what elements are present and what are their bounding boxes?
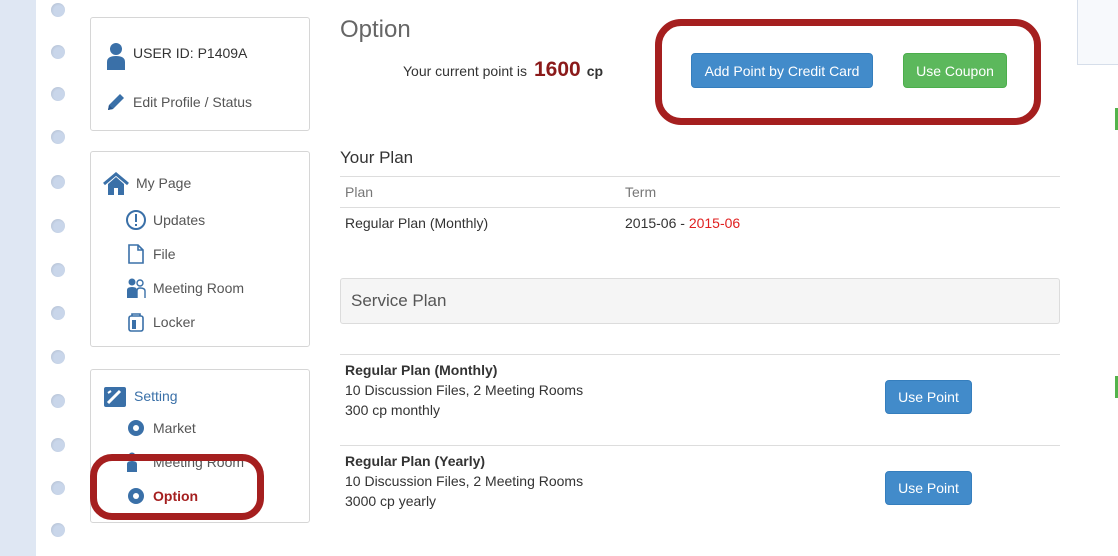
locker-icon (125, 311, 147, 333)
service-plan-header: Service Plan (340, 278, 1060, 324)
edit-profile-link[interactable]: Edit Profile / Status (105, 91, 252, 113)
divider (340, 354, 1060, 355)
binder-hole (51, 306, 65, 320)
binder-hole (51, 87, 65, 101)
sidebar-item-label: Market (153, 420, 196, 436)
page-corner-flap (1077, 0, 1118, 65)
use-point-button[interactable]: Use Point (885, 380, 972, 414)
binder-hole (51, 350, 65, 364)
people-icon (125, 277, 147, 299)
service-plan-price: 300 cp monthly (345, 402, 440, 418)
point-value: 1600 (534, 58, 581, 81)
exclamation-circle-icon (125, 209, 147, 231)
mypage-title: My Page (136, 175, 192, 191)
binder-hole (51, 3, 65, 17)
edit-profile-label: Edit Profile / Status (133, 94, 253, 110)
user-id-row: USER ID: P1409A (105, 42, 248, 70)
profile-panel: USER ID: P1409A Edit Profile / Status (90, 17, 310, 131)
divider (340, 207, 1060, 208)
binder-hole (51, 45, 65, 59)
setting-title: Setting (134, 388, 178, 404)
sidebar-item-label: Locker (153, 314, 196, 330)
pencil-icon (105, 91, 127, 113)
divider (340, 176, 1060, 177)
binder-hole (51, 481, 65, 495)
term-column-header: Term (625, 184, 657, 200)
binder-hole (51, 219, 65, 233)
plan-column-header: Plan (345, 184, 374, 200)
user-id-label: USER ID: P1409A (133, 45, 248, 61)
highlight-buttons-annotation (655, 19, 1041, 125)
file-icon (125, 243, 147, 265)
highlight-option-annotation (90, 454, 264, 520)
service-plan-details: 10 Discussion Files, 2 Meeting Rooms (345, 473, 584, 489)
plan-cell: Regular Plan (Monthly) (345, 215, 489, 231)
sidebar-item-file[interactable]: File (125, 243, 176, 265)
current-point: Your current point is 1600 cp (403, 58, 603, 82)
sidebar-item-meeting-room[interactable]: Meeting Room (125, 277, 244, 299)
home-icon (102, 172, 130, 195)
divider (340, 445, 1060, 446)
sidebar-item-locker[interactable]: Locker (125, 311, 195, 333)
term-start: 2015-06 - (625, 215, 685, 231)
setting-title-row[interactable]: Setting (102, 385, 178, 407)
binder-hole (51, 438, 65, 452)
service-plan-details: 10 Discussion Files, 2 Meeting Rooms (345, 382, 584, 398)
your-plan-title: Your Plan (340, 148, 414, 167)
sidebar-item-label: File (153, 246, 176, 262)
service-plan-name: Regular Plan (Monthly) (345, 362, 498, 378)
term-end: 2015-06 (688, 215, 741, 231)
service-plan-title: Service Plan (351, 291, 447, 310)
binder-hole (51, 394, 65, 408)
mypage-panel: My Page Updates File Meeting Room Locker (90, 151, 310, 347)
binder-hole (51, 523, 65, 537)
binder-hole (51, 175, 65, 189)
user-icon (105, 42, 127, 70)
mypage-title-row[interactable]: My Page (102, 172, 192, 195)
gear-icon (125, 417, 147, 439)
point-prefix: Your current point is (403, 63, 527, 79)
use-point-button[interactable]: Use Point (885, 471, 972, 505)
service-plan-name: Regular Plan (Yearly) (345, 453, 486, 469)
sidebar-item-label: Updates (153, 212, 206, 228)
sidebar-item-label: Meeting Room (153, 280, 245, 296)
service-plan-price: 3000 cp yearly (345, 493, 437, 509)
binder-hole (51, 130, 65, 144)
term-cell: 2015-06 - 2015-06 (625, 215, 740, 231)
binder-hole (51, 263, 65, 277)
point-unit: cp (586, 63, 604, 79)
setting-icon (102, 385, 128, 407)
sidebar-item-market[interactable]: Market (125, 417, 196, 439)
sidebar-item-updates[interactable]: Updates (125, 209, 205, 231)
page-title: Option (340, 16, 411, 43)
